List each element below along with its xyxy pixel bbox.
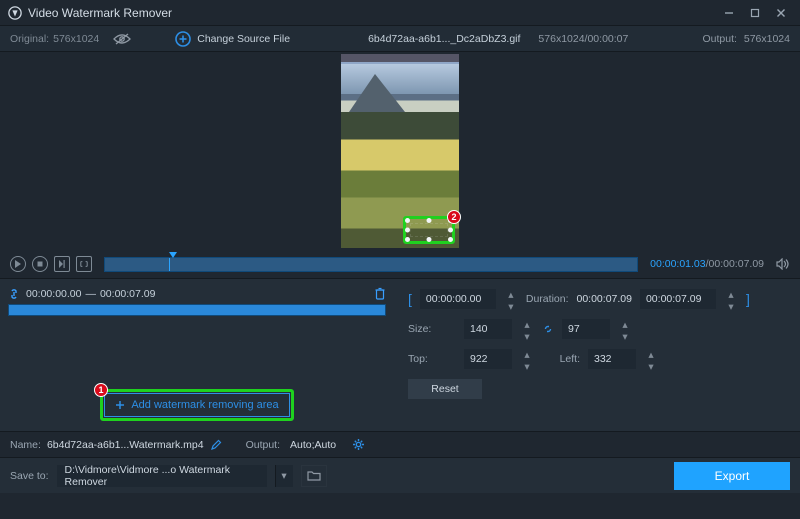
left-label: Left:	[542, 353, 580, 365]
bracket-range-button[interactable]	[76, 256, 92, 272]
output-dims: 576x1024	[744, 33, 790, 45]
header-strip: Original: 576x1024 Change Source File 6b…	[0, 26, 800, 52]
close-button[interactable]	[768, 3, 794, 23]
left-field[interactable]: 332	[588, 349, 636, 369]
maximize-button[interactable]	[742, 3, 768, 23]
top-field[interactable]: 922	[464, 349, 512, 369]
properties-pane: [ 00:00:00.00 ▴▾ Duration: 00:00:07.09 00…	[394, 279, 800, 431]
add-watermark-area-button[interactable]: Add watermark removing area	[104, 393, 290, 417]
output-settings-icon[interactable]	[352, 438, 365, 451]
plus-circle-icon	[175, 31, 191, 47]
save-path-field[interactable]: D:\Vidmore\Vidmore ...o Watermark Remove…	[57, 465, 267, 487]
segment-row: 00:00:00.00 — 00:00:07.09	[8, 287, 386, 300]
save-row: Save to: D:\Vidmore\Vidmore ...o Waterma…	[0, 457, 800, 493]
start-time-field[interactable]: 00:00:00.00	[420, 289, 496, 309]
change-source-label: Change Source File	[197, 33, 290, 45]
size-width-spinner[interactable]: ▴▾	[520, 319, 534, 339]
size-width-field[interactable]: 140	[464, 319, 512, 339]
original-label: Original:	[10, 33, 49, 45]
annotation-badge-1: 1	[94, 383, 108, 397]
segment-bar[interactable]	[8, 304, 386, 316]
bracket-end-icon[interactable]: ]	[746, 291, 750, 307]
timecode-display: 00:00:01.03/00:00:07.09	[650, 258, 764, 270]
top-label: Top:	[408, 353, 456, 365]
volume-icon[interactable]	[776, 258, 790, 270]
playback-controls: 00:00:01.03/00:00:07.09	[0, 250, 800, 278]
segment-start: 00:00:00.00	[26, 288, 81, 300]
segment-end: 00:00:07.09	[100, 288, 155, 300]
source-filename: 6b4d72aa-a6b1..._Dc2aDbZ3.gif	[368, 33, 520, 45]
open-folder-button[interactable]	[301, 465, 327, 487]
reset-button[interactable]: Reset	[408, 379, 482, 399]
segment-sep: —	[85, 288, 96, 300]
bracket-start-icon[interactable]: [	[408, 291, 412, 307]
watermark-selection[interactable]: 2	[403, 216, 455, 244]
annotation-badge-2: 2	[447, 210, 461, 224]
output-format-value: Auto;Auto	[290, 439, 336, 451]
video-preview[interactable]: 2	[341, 54, 459, 248]
titlebar: Video Watermark Remover	[0, 0, 800, 26]
aspect-lock-icon[interactable]	[542, 323, 554, 335]
size-height-spinner[interactable]: ▴▾	[618, 319, 632, 339]
plus-icon	[115, 400, 125, 410]
end-time-spinner[interactable]: ▴▾	[724, 289, 738, 309]
add-watermark-area-label: Add watermark removing area	[131, 399, 278, 411]
preview-toggle-icon[interactable]	[113, 33, 131, 45]
window-buttons	[716, 3, 794, 23]
segment-delete-icon[interactable]	[374, 287, 386, 300]
export-label: Export	[715, 469, 750, 483]
original-dims: 576x1024	[53, 33, 99, 45]
save-path-dropdown[interactable]: ▾	[275, 465, 293, 487]
duration-label: Duration:	[526, 293, 569, 305]
output-label: Output:	[702, 33, 736, 45]
save-to-label: Save to:	[10, 470, 49, 482]
export-button[interactable]: Export	[674, 462, 790, 490]
size-label: Size:	[408, 323, 456, 335]
position-row: Top: 922 ▴▾ Left: 332 ▴▾	[408, 349, 786, 369]
duration-value: 00:00:07.09	[577, 293, 632, 305]
segments-pane: 00:00:00.00 — 00:00:07.09 1 Add watermar…	[0, 279, 394, 431]
left-spinner[interactable]: ▴▾	[644, 349, 658, 369]
top-spinner[interactable]: ▴▾	[520, 349, 534, 369]
app-logo-icon	[8, 6, 22, 20]
total-time: 00:00:07.09	[709, 258, 764, 270]
reset-row: Reset	[408, 379, 786, 399]
play-button[interactable]	[10, 256, 26, 272]
source-meta: 576x1024/00:00:07	[538, 33, 628, 45]
step-fwd-button[interactable]	[54, 256, 70, 272]
output-format-label: Output:	[246, 439, 280, 451]
app-title: Video Watermark Remover	[28, 6, 172, 20]
time-range-row: [ 00:00:00.00 ▴▾ Duration: 00:00:07.09 00…	[408, 289, 786, 309]
end-time-field[interactable]: 00:00:07.09	[640, 289, 716, 309]
reset-label: Reset	[431, 383, 458, 395]
segment-link-icon[interactable]	[8, 288, 20, 300]
size-height-field[interactable]: 97	[562, 319, 610, 339]
name-output-row: Name: 6b4d72aa-a6b1...Watermark.mp4 Outp…	[0, 431, 800, 457]
timeline-scrubber[interactable]	[104, 257, 638, 272]
change-source-button[interactable]: Change Source File	[175, 31, 290, 47]
size-row: Size: 140 ▴▾ 97 ▴▾	[408, 319, 786, 339]
body-panes: 00:00:00.00 — 00:00:07.09 1 Add watermar…	[0, 278, 800, 431]
output-dims-group: Output: 576x1024	[702, 33, 790, 45]
start-time-spinner[interactable]: ▴▾	[504, 289, 518, 309]
minimize-button[interactable]	[716, 3, 742, 23]
name-label: Name:	[10, 439, 41, 451]
rename-icon[interactable]	[210, 439, 222, 451]
current-time: 00:00:01.03	[650, 258, 705, 270]
name-value: 6b4d72aa-a6b1...Watermark.mp4	[47, 439, 204, 451]
preview-area: 2	[0, 52, 800, 250]
stop-button[interactable]	[32, 256, 48, 272]
